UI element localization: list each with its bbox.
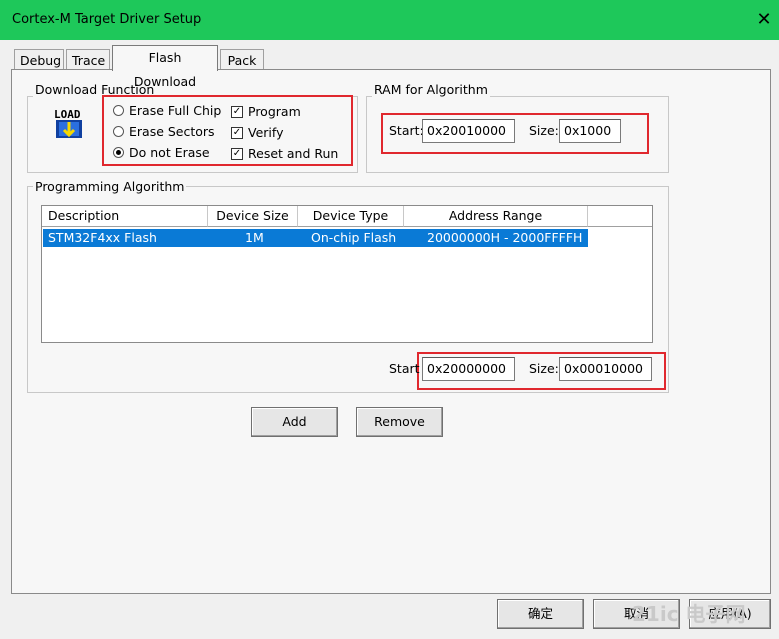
do-not-erase-label: Do not Erase xyxy=(129,145,210,160)
row-address-range: 20000000H - 2000FFFFH xyxy=(427,230,583,245)
add-button[interactable]: Add xyxy=(251,407,338,437)
program-label: Program xyxy=(248,104,301,119)
algorithm-list[interactable]: Description Device Size Device Type Addr… xyxy=(41,205,653,343)
reset-and-run-label: Reset and Run xyxy=(248,146,339,161)
ram-size-input[interactable]: 0x1000 xyxy=(559,119,621,143)
load-icon-text: LOAD xyxy=(54,108,81,121)
ok-button[interactable]: 确定 xyxy=(497,599,584,629)
ram-start-input[interactable]: 0x20010000 xyxy=(422,119,515,143)
column-filler xyxy=(588,206,652,227)
erase-full-chip-label: Erase Full Chip xyxy=(129,103,222,118)
erase-sectors-radio[interactable] xyxy=(113,126,124,137)
tab-pack[interactable]: Pack xyxy=(220,49,264,71)
ram-size-label: Size: xyxy=(529,123,559,138)
reset-and-run-checkbox[interactable]: ✓ xyxy=(231,148,243,160)
ram-start-label: Start: xyxy=(389,123,424,138)
title-bar: Cortex-M Target Driver Setup ✕ xyxy=(0,0,779,40)
verify-checkbox[interactable]: ✓ xyxy=(231,127,243,139)
program-checkbox[interactable]: ✓ xyxy=(231,106,243,118)
programming-algorithm-legend: Programming Algorithm xyxy=(33,179,187,194)
flash-start-input[interactable]: 0x20000000 xyxy=(422,357,515,381)
flash-size-label: Size: xyxy=(529,361,559,376)
row-description: STM32F4xx Flash xyxy=(48,230,157,245)
row-device-type: On-chip Flash xyxy=(311,230,397,245)
tab-flash-download[interactable]: Flash Download xyxy=(112,45,218,89)
watermark: 21ic 电子网 xyxy=(632,602,746,626)
row-device-size: 1M xyxy=(245,230,264,245)
table-row[interactable]: STM32F4xx Flash 1M On-chip Flash 2000000… xyxy=(43,229,588,247)
remove-button[interactable]: Remove xyxy=(356,407,443,437)
verify-label: Verify xyxy=(248,125,284,140)
flash-start-label: Start xyxy=(389,361,420,376)
window-title: Cortex-M Target Driver Setup xyxy=(12,12,202,27)
ram-legend: RAM for Algorithm xyxy=(372,82,490,97)
tab-trace[interactable]: Trace xyxy=(66,49,110,71)
column-description[interactable]: Description xyxy=(42,206,208,227)
do-not-erase-radio[interactable] xyxy=(113,147,124,158)
column-device-size[interactable]: Device Size xyxy=(208,206,298,227)
erase-full-chip-radio[interactable] xyxy=(113,105,124,116)
column-device-type[interactable]: Device Type xyxy=(298,206,404,227)
tab-debug[interactable]: Debug xyxy=(14,49,64,71)
close-icon[interactable]: ✕ xyxy=(752,8,776,32)
flash-size-input[interactable]: 0x00010000 xyxy=(559,357,652,381)
load-icon: LOAD xyxy=(53,107,85,139)
erase-sectors-label: Erase Sectors xyxy=(129,124,215,139)
column-address-range[interactable]: Address Range xyxy=(404,206,588,227)
